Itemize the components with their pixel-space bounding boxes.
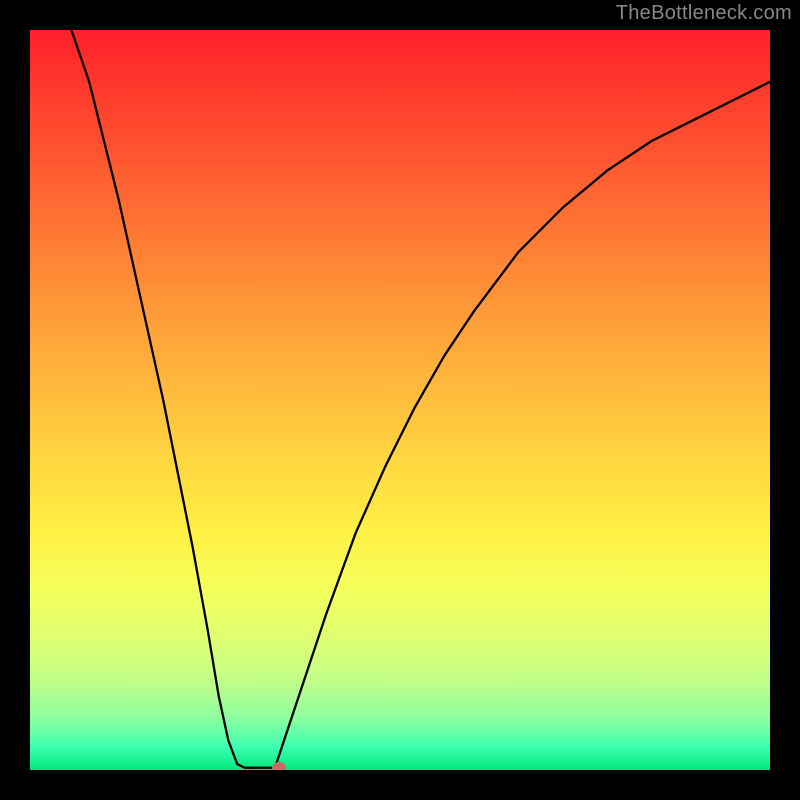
watermark-text: TheBottleneck.com (616, 2, 792, 25)
curve-right-branch (274, 82, 770, 770)
minimum-marker (272, 762, 286, 770)
plot-area (30, 30, 770, 770)
curve-left-branch (71, 30, 250, 768)
curve-svg (30, 30, 770, 770)
